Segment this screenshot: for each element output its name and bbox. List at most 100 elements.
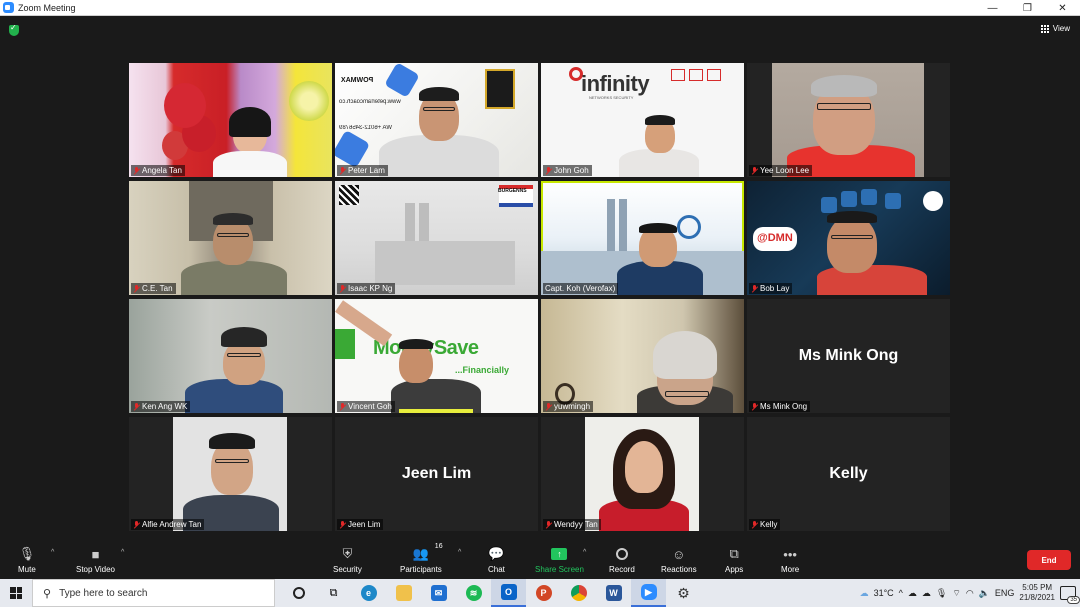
powerpoint-app[interactable]: P xyxy=(526,579,561,607)
network-icon[interactable]: ⌔ xyxy=(952,588,960,599)
apps-icon: ⧉ xyxy=(729,546,739,561)
participants-label: Participants xyxy=(400,565,442,574)
start-button[interactable] xyxy=(0,579,32,607)
share-screen-button[interactable]: ↑ Share Screen xyxy=(535,545,584,574)
participant-hair xyxy=(827,211,877,223)
outlook-app[interactable]: O xyxy=(491,579,526,607)
qr-code-icon xyxy=(339,185,359,205)
participants-options-chevron-icon[interactable]: ^ xyxy=(458,549,461,556)
word-app[interactable]: W xyxy=(596,579,631,607)
zoom-app[interactable]: ▶ xyxy=(631,579,666,607)
mic-muted-icon xyxy=(545,166,552,175)
chevron-up-icon[interactable]: ^ xyxy=(899,588,903,598)
smiley-icon: ☺ xyxy=(672,546,686,562)
reactions-button[interactable]: ☺ Reactions xyxy=(661,545,697,575)
participant-name: Ms Mink Ong xyxy=(760,402,808,411)
video-tile-camera-off[interactable]: Ms Mink Ong Ms Mink Ong xyxy=(747,299,950,413)
stop-video-button[interactable]: ■ Stop Video xyxy=(76,545,115,575)
participant-name-tag: Ken Ang WK xyxy=(131,401,191,412)
more-button[interactable]: ••• More xyxy=(781,545,799,575)
temperature[interactable]: 31°C xyxy=(874,588,894,598)
mic-muted-icon xyxy=(133,520,140,529)
cortana-button[interactable] xyxy=(281,579,316,607)
onedrive-icon[interactable]: ☁ xyxy=(922,588,931,599)
logo-badge-icon xyxy=(707,69,721,81)
video-tile[interactable]: Ken Ang WK xyxy=(129,299,332,413)
settings-app[interactable]: ⚙ xyxy=(666,579,701,607)
minimize-button[interactable]: — xyxy=(975,0,1010,16)
mail-app[interactable]: ✉ xyxy=(421,579,456,607)
video-tile[interactable]: C.E. Tan xyxy=(129,181,332,295)
notifications-button[interactable]: 35 xyxy=(1060,586,1080,604)
glasses xyxy=(217,233,249,237)
video-tile[interactable]: Alfie Andrew Tan xyxy=(129,417,332,531)
video-options-chevron-icon[interactable]: ^ xyxy=(121,549,124,556)
chat-button[interactable]: 💬 Chat xyxy=(488,545,505,574)
participant-face xyxy=(399,343,433,383)
cortana-circle-icon xyxy=(292,587,305,599)
participants-count: 16 xyxy=(434,543,443,550)
participant-name-tag: Alfie Andrew Tan xyxy=(131,519,205,530)
participant-name-tag: Ms Mink Ong xyxy=(749,401,811,412)
window-title: Zoom Meeting xyxy=(18,2,76,13)
edge-app[interactable]: e xyxy=(351,579,386,607)
taskbar-search[interactable]: ⚲ Type here to search xyxy=(32,579,275,607)
participant-name: Ken Ang WK xyxy=(142,402,188,411)
social-icon xyxy=(841,191,857,207)
video-tile[interactable]: POWMAX www.peterlamcoach.co WA +6012-345… xyxy=(335,63,538,177)
video-tile[interactable]: @DMN Bob Lay xyxy=(747,181,950,295)
end-meeting-button[interactable]: End xyxy=(1027,550,1071,570)
audio-options-chevron-icon[interactable]: ^ xyxy=(51,549,54,556)
spotify-app[interactable]: ≋ xyxy=(456,579,491,607)
glasses xyxy=(665,391,709,397)
video-tile[interactable]: BURGENNS Isaac KP Ng xyxy=(335,181,538,295)
participant-body xyxy=(619,149,699,177)
video-tile[interactable]: Wendyy Tan xyxy=(541,417,744,531)
notifications-count: 35 xyxy=(1067,596,1080,604)
apps-button[interactable]: ⧉ Apps xyxy=(725,545,743,574)
volume-icon[interactable]: 🔈 xyxy=(979,588,990,599)
mic-tray-icon[interactable]: 🎙 xyxy=(936,588,947,599)
mic-muted-icon xyxy=(751,284,758,293)
video-tile[interactable]: yuwmingh xyxy=(541,299,744,413)
video-camera-icon: ■ xyxy=(91,546,100,562)
video-tile-active-speaker[interactable]: Capt. Koh (Verofax) xyxy=(541,181,744,295)
video-tile[interactable]: Yee Loon Lee xyxy=(747,63,950,177)
video-tile[interactable]: MoneySave ...Financially Vincent Goh xyxy=(335,299,538,413)
view-button[interactable]: View xyxy=(1040,24,1070,33)
participant-name-tag: Wendyy Tan xyxy=(543,519,601,530)
chrome-app[interactable] xyxy=(561,579,596,607)
task-view-button[interactable]: ⧉ xyxy=(316,579,351,607)
mic-muted-icon xyxy=(339,166,346,175)
chat-label: Chat xyxy=(488,565,505,574)
record-button[interactable]: Record xyxy=(609,545,635,574)
social-icon xyxy=(861,189,877,205)
video-tile[interactable]: infinity NETWORKS SECURITY John Goh xyxy=(541,63,744,177)
cloud-icon[interactable]: ☁ xyxy=(908,588,917,599)
participants-button[interactable]: 👥 16 Participants xyxy=(400,543,443,574)
participant-display-name: Ms Mink Ong xyxy=(798,347,899,364)
meeting-controls-toolbar: 🎙 Mute ^ ■ Stop Video ^ ⛨ Security 👥 16 P… xyxy=(0,541,1080,579)
security-button[interactable]: ⛨ Security xyxy=(333,545,362,574)
video-tile[interactable]: Angela Tan xyxy=(129,63,332,177)
mute-button[interactable]: 🎙 Mute xyxy=(18,545,36,574)
glasses xyxy=(817,103,871,110)
video-gallery: Angela Tan POWMAX www.peterlamcoach.co W… xyxy=(129,63,951,531)
wifi-icon[interactable]: ◠ xyxy=(966,588,974,599)
language-indicator[interactable]: ENG xyxy=(995,588,1015,598)
participant-face xyxy=(827,215,877,273)
company-logo-text: BURGENNS xyxy=(498,188,527,194)
close-button[interactable]: ✕ xyxy=(1045,0,1080,16)
participant-hair xyxy=(811,75,877,97)
file-explorer-app[interactable] xyxy=(386,579,421,607)
security-label: Security xyxy=(333,565,362,574)
maximize-button[interactable]: ❐ xyxy=(1010,0,1045,16)
clock[interactable]: 5:05 PM 21/8/2021 xyxy=(1019,583,1055,603)
social-icon xyxy=(821,197,837,213)
video-tile-camera-off[interactable]: Jeen Lim Jeen Lim xyxy=(335,417,538,531)
share-options-chevron-icon[interactable]: ^ xyxy=(583,549,586,556)
video-tile-camera-off[interactable]: Kelly Kelly xyxy=(747,417,950,531)
search-icon: ⚲ xyxy=(43,587,52,600)
encryption-shield-icon[interactable] xyxy=(9,23,19,36)
gear-icon: ⚙ xyxy=(677,584,690,601)
